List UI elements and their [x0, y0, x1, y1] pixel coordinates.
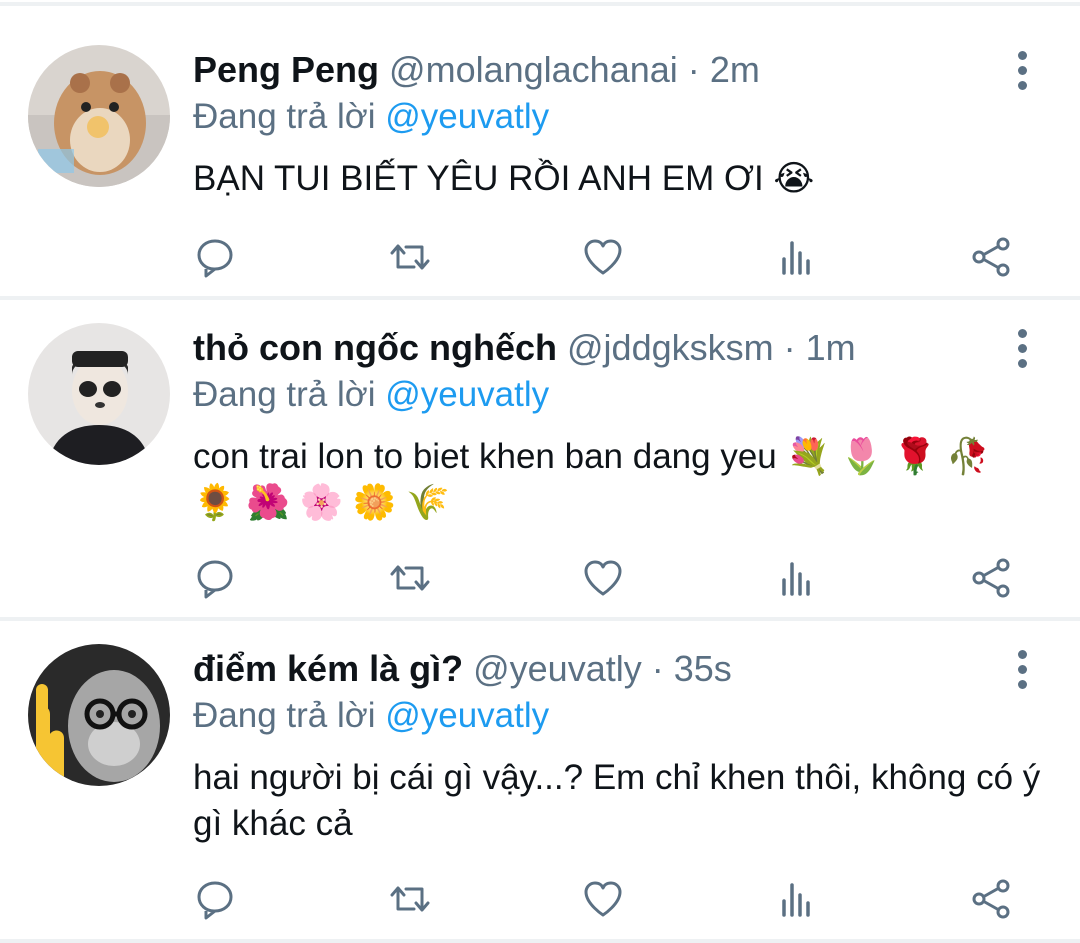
analytics-icon[interactable] [772, 553, 822, 603]
reply-prefix: Đang trả lời [193, 375, 376, 414]
display-name[interactable]: Peng Peng [193, 49, 379, 90]
action-bar [0, 874, 1080, 924]
display-name[interactable]: thỏ con ngốc nghếch [193, 327, 557, 368]
share-icon[interactable] [966, 553, 1016, 603]
retweet-icon[interactable] [385, 232, 435, 282]
separator-dot: · [783, 327, 796, 368]
user-handle[interactable]: @molanglachanai [389, 49, 678, 90]
tweet-text: BẠN TUI BIẾT YÊU RỒI ANH EM ƠI 😭 [193, 159, 815, 198]
reply-mention-link[interactable]: @yeuvatly [385, 375, 549, 414]
avatar[interactable] [28, 323, 170, 465]
like-icon[interactable] [578, 232, 628, 282]
separator-dot: · [651, 648, 664, 689]
like-icon[interactable] [578, 553, 628, 603]
tweet-text: con trai lon to biet khen ban dang yeu 💐… [193, 437, 990, 522]
timestamp[interactable]: 35s [674, 648, 732, 689]
reply-icon[interactable] [190, 553, 240, 603]
display-name[interactable]: điểm kém là gì? [193, 648, 463, 689]
divider [0, 296, 1080, 300]
avatar[interactable] [28, 45, 170, 187]
more-options-icon[interactable] [1005, 647, 1039, 691]
user-handle[interactable]: @jddgksksm [567, 327, 774, 368]
reply-context: Đang trả lời @yeuvatly [193, 694, 549, 738]
reply-icon[interactable] [190, 232, 240, 282]
user-handle[interactable]: @yeuvatly [473, 648, 642, 689]
share-icon[interactable] [966, 874, 1016, 924]
action-bar [0, 553, 1080, 603]
reply-prefix: Đang trả lời [193, 696, 376, 735]
more-options-icon[interactable] [1005, 326, 1039, 370]
divider [0, 2, 1080, 6]
timestamp[interactable]: 2m [710, 49, 760, 90]
timestamp[interactable]: 1m [806, 327, 856, 368]
retweet-icon[interactable] [385, 874, 435, 924]
analytics-icon[interactable] [772, 232, 822, 282]
share-icon[interactable] [966, 232, 1016, 282]
tweet-text: hai người bị cái gì vậy...? Em chỉ khen … [193, 758, 1041, 843]
reply-mention-link[interactable]: @yeuvatly [385, 696, 549, 735]
action-bar [0, 232, 1080, 282]
reply-mention-link[interactable]: @yeuvatly [385, 97, 549, 136]
tweet-header: thỏ con ngốc nghếch @jddgksksm · 1m [193, 326, 856, 370]
divider [0, 617, 1080, 621]
reply-prefix: Đang trả lời [193, 97, 376, 136]
tweet-header: Peng Peng @molanglachanai · 2m [193, 48, 760, 92]
analytics-icon[interactable] [772, 874, 822, 924]
avatar[interactable] [28, 644, 170, 786]
reply-context: Đang trả lời @yeuvatly [193, 95, 549, 139]
retweet-icon[interactable] [385, 553, 435, 603]
divider [0, 939, 1080, 943]
separator-dot: · [687, 49, 700, 90]
reply-context: Đang trả lời @yeuvatly [193, 373, 549, 417]
more-options-icon[interactable] [1005, 48, 1039, 92]
like-icon[interactable] [578, 874, 628, 924]
tweet-header: điểm kém là gì? @yeuvatly · 35s [193, 647, 732, 691]
reply-icon[interactable] [190, 874, 240, 924]
